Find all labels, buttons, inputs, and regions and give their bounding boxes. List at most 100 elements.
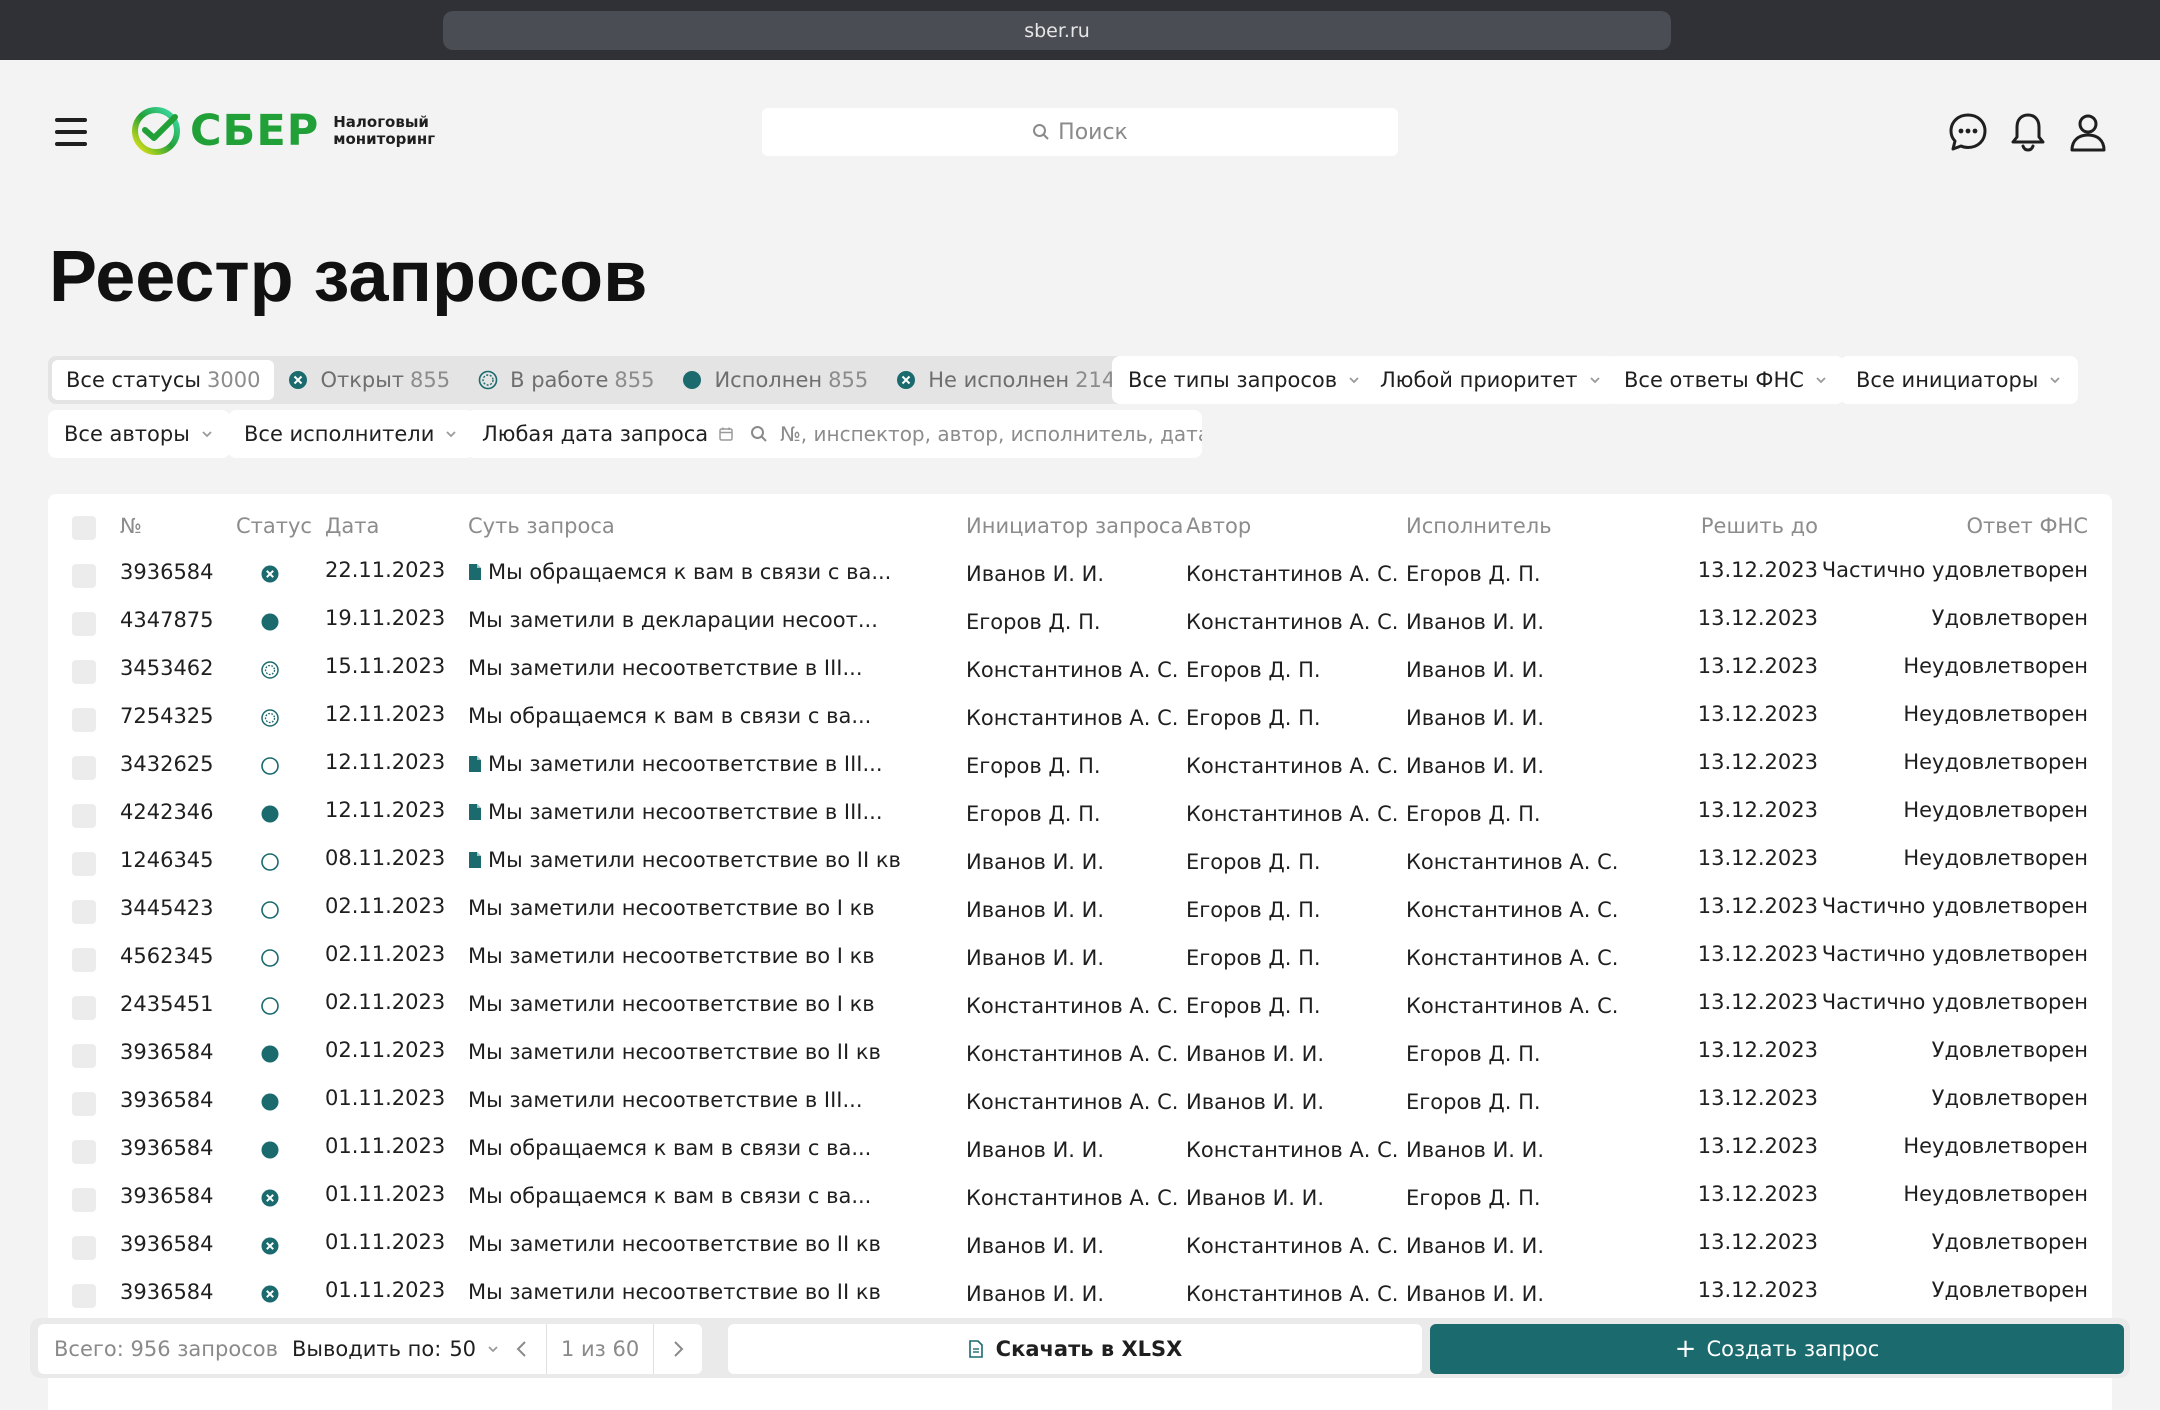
col-header-num[interactable]: № — [120, 514, 142, 538]
author-dropdown[interactable]: Все авторы — [48, 410, 230, 458]
url-bar[interactable]: sber.ru — [443, 11, 1671, 50]
cell-subject[interactable]: Мы обращаемся к вам в связи с ва... — [468, 1136, 871, 1160]
table-row[interactable]: 4242346 12.11.2023 Мы заметили несоответст… — [48, 792, 2112, 840]
cell-due: 13.12.2023 — [1697, 990, 1818, 1014]
cell-num: 4242346 — [120, 800, 214, 824]
dropdown-label: Все авторы — [64, 422, 190, 446]
bell-icon[interactable] — [2006, 110, 2050, 154]
cell-subject[interactable]: Мы заметили несоответствие во II кв — [468, 848, 901, 872]
row-checkbox[interactable] — [72, 708, 96, 732]
row-checkbox[interactable] — [72, 1140, 96, 1164]
fns-answer-dropdown[interactable]: Все ответы ФНС — [1608, 356, 1844, 404]
cell-subject[interactable]: Мы заметили несоответствие во II кв — [468, 1280, 881, 1304]
cell-subject-text: Мы обращаемся к вам в связи с ва... — [488, 560, 892, 584]
col-header-author[interactable]: Автор — [1186, 514, 1251, 538]
table-row[interactable]: 3936584 01.11.2023 Мы обращаемся к вам в с… — [48, 1176, 2112, 1224]
cell-date: 08.11.2023 — [325, 846, 446, 870]
cell-subject-text: Мы заметили в декларации несоот... — [468, 608, 878, 632]
initiator-dropdown[interactable]: Все инициаторы — [1840, 356, 2079, 404]
cell-num: 3936584 — [120, 560, 214, 584]
row-checkbox[interactable] — [72, 1092, 96, 1116]
row-checkbox[interactable] — [72, 900, 96, 924]
col-header-status[interactable]: Статус — [236, 514, 312, 538]
date-picker[interactable]: Любая дата запроса — [466, 410, 751, 458]
col-header-initiator[interactable]: Инициатор запроса — [966, 514, 1183, 538]
table-row[interactable]: 3936584 22.11.2023 Мы обращаемся к вам в с… — [48, 552, 2112, 600]
row-checkbox[interactable] — [72, 1284, 96, 1308]
col-header-subject[interactable]: Суть запроса — [468, 514, 615, 538]
cell-subject[interactable]: Мы обращаемся к вам в связи с ва... — [468, 560, 891, 584]
user-icon[interactable] — [2066, 110, 2110, 154]
create-request-button[interactable]: + Создать запрос — [1430, 1324, 2124, 1374]
table-row[interactable]: 4562345 02.11.2023 Мы заметили несоответст… — [48, 936, 2112, 984]
table-row[interactable]: 2435451 02.11.2023 Мы заметили несоответст… — [48, 984, 2112, 1032]
cell-subject[interactable]: Мы заметили несоответствие в III... — [468, 1088, 863, 1112]
table-row[interactable]: 3936584 01.11.2023 Мы заметили несоответст… — [48, 1272, 2112, 1320]
cell-fns-answer: Неудовлетворен — [1903, 1134, 2088, 1158]
select-all-checkbox[interactable] — [72, 516, 96, 540]
cell-subject[interactable]: Мы заметили несоответствие во I кв — [468, 944, 875, 968]
col-header-executor[interactable]: Исполнитель — [1406, 514, 1552, 538]
priority-dropdown[interactable]: Любой приоритет — [1364, 356, 1618, 404]
cell-initiator: Константинов А. С. — [966, 658, 1179, 682]
executor-dropdown[interactable]: Все исполнители — [228, 410, 475, 458]
row-checkbox[interactable] — [72, 1044, 96, 1068]
row-checkbox[interactable] — [72, 948, 96, 972]
cell-executor: Егоров Д. П. — [1406, 802, 1541, 826]
status-filter-open[interactable]: Открыт 855 — [274, 360, 464, 400]
download-xlsx-button[interactable]: Скачать в XLSX — [728, 1324, 1422, 1374]
cell-due: 13.12.2023 — [1697, 1230, 1818, 1254]
status-filter-done[interactable]: Исполнен 855 — [668, 360, 882, 400]
cell-subject[interactable]: Мы заметили несоответствие в III... — [468, 800, 883, 824]
row-checkbox[interactable] — [72, 996, 96, 1020]
prev-page-button[interactable] — [498, 1324, 546, 1374]
table-row[interactable]: 3936584 01.11.2023 Мы обращаемся к вам в с… — [48, 1128, 2112, 1176]
table-row[interactable]: 4347875 19.11.2023 Мы заметили в деклараци… — [48, 600, 2112, 648]
cell-subject[interactable]: Мы заметили несоответствие во I кв — [468, 992, 875, 1016]
row-checkbox[interactable] — [72, 660, 96, 684]
table-row[interactable]: 3936584 01.11.2023 Мы заметили несоответст… — [48, 1080, 2112, 1128]
logo-subtitle: Налоговый мониторинг — [333, 114, 435, 148]
logo[interactable]: СБЕР Налоговый мониторинг — [130, 105, 435, 157]
cell-subject-text: Мы обращаемся к вам в связи с ва... — [468, 1136, 872, 1160]
table-row[interactable]: 1246345 08.11.2023 Мы заметили несоответст… — [48, 840, 2112, 888]
status-filter-inprogress[interactable]: В работе 855 — [464, 360, 668, 400]
row-checkbox[interactable] — [72, 804, 96, 828]
cell-subject[interactable]: Мы заметили несоответствие во I кв — [468, 896, 875, 920]
row-checkbox[interactable] — [72, 852, 96, 876]
download-label: Скачать в XLSX — [995, 1337, 1183, 1361]
status-open-icon — [258, 754, 282, 778]
status-filter-all[interactable]: Все статусы 3000 — [52, 360, 275, 400]
next-page-button[interactable] — [654, 1324, 702, 1374]
status-filter-failed[interactable]: Не исполнен 2145 — [882, 360, 1142, 400]
global-search-input[interactable]: Поиск — [762, 108, 1398, 156]
cell-executor: Егоров Д. П. — [1406, 1042, 1541, 1066]
menu-icon[interactable] — [52, 112, 92, 152]
chat-icon[interactable] — [1946, 110, 1990, 154]
table-row[interactable]: 3432625 12.11.2023 Мы заметили несоответст… — [48, 744, 2112, 792]
cell-subject[interactable]: Мы заметили несоответствие во II кв — [468, 1232, 881, 1256]
total-count: Всего: 956 запросов — [54, 1337, 278, 1361]
table-search-input[interactable]: №, инспектор, автор, исполнитель, дата — [736, 410, 1202, 458]
per-page-select[interactable]: Всего: 956 запросов Выводить по: 50 — [38, 1324, 517, 1374]
col-header-date[interactable]: Дата — [325, 514, 379, 538]
row-checkbox[interactable] — [72, 1188, 96, 1212]
col-header-due[interactable]: Решить до — [1701, 514, 1818, 538]
table-row[interactable]: 3445423 02.11.2023 Мы заметили несоответст… — [48, 888, 2112, 936]
row-checkbox[interactable] — [72, 564, 96, 588]
cell-subject[interactable]: Мы заметили несоответствие во II кв — [468, 1040, 881, 1064]
table-row[interactable]: 7254325 12.11.2023 Мы обращаемся к вам в с… — [48, 696, 2112, 744]
col-header-fns[interactable]: Ответ ФНС — [1967, 514, 2089, 538]
row-checkbox[interactable] — [72, 756, 96, 780]
table-row[interactable]: 3936584 01.11.2023 Мы заметили несоответст… — [48, 1224, 2112, 1272]
cell-subject[interactable]: Мы заметили несоответствие в III... — [468, 656, 863, 680]
request-type-dropdown[interactable]: Все типы запросов — [1112, 356, 1378, 404]
cell-subject[interactable]: Мы заметили в декларации несоот... — [468, 608, 878, 632]
row-checkbox[interactable] — [72, 612, 96, 636]
cell-subject[interactable]: Мы обращаемся к вам в связи с ва... — [468, 704, 871, 728]
table-row[interactable]: 3936584 02.11.2023 Мы заметили несоответст… — [48, 1032, 2112, 1080]
row-checkbox[interactable] — [72, 1236, 96, 1260]
table-row[interactable]: 3453462 15.11.2023 Мы заметили несоответст… — [48, 648, 2112, 696]
cell-subject[interactable]: Мы заметили несоответствие в III... — [468, 752, 883, 776]
cell-subject[interactable]: Мы обращаемся к вам в связи с ва... — [468, 1184, 871, 1208]
